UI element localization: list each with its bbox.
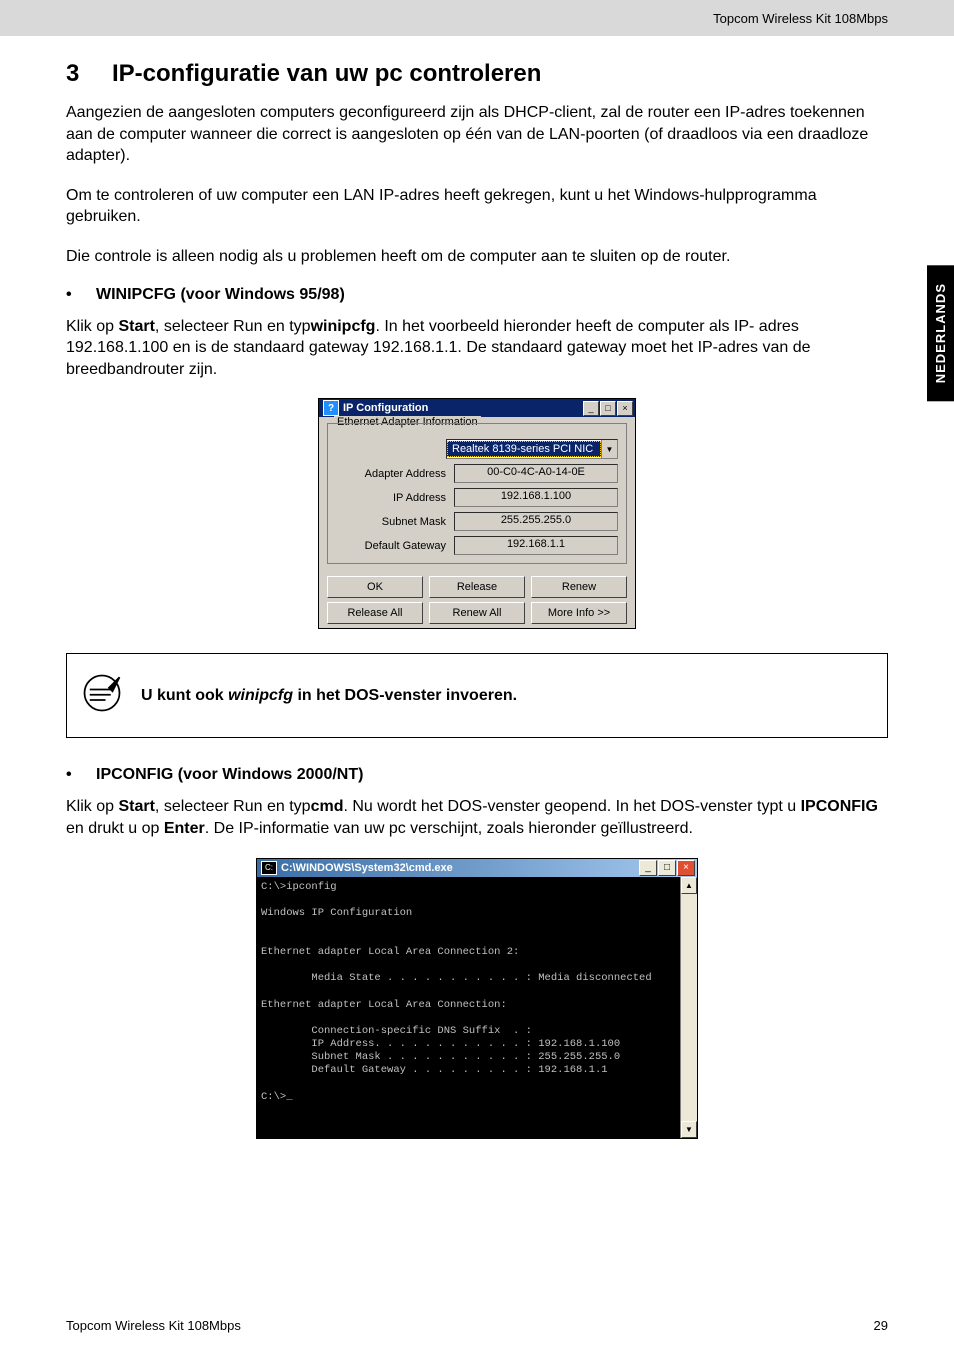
bullet-winipcfg-label: WINIPCFG (voor Windows 95/98) <box>96 286 345 304</box>
release-all-button[interactable]: Release All <box>327 602 423 624</box>
bullet-ipconfig-label: IPCONFIG (voor Windows 2000/NT) <box>96 766 363 784</box>
bullet-dot: • <box>66 286 96 304</box>
bullet-dot: • <box>66 766 96 784</box>
adapter-selected: Realtek 8139-series PCI NIC <box>447 441 601 457</box>
paragraph-2: Om te controleren of uw computer een LAN… <box>66 185 888 228</box>
minimize-icon[interactable]: _ <box>583 401 599 416</box>
renew-button[interactable]: Renew <box>531 576 627 598</box>
footer-page-number: 29 <box>874 1318 888 1333</box>
ok-button[interactable]: OK <box>327 576 423 598</box>
cmd-title-text: C:\WINDOWS\System32\cmd.exe <box>281 862 639 874</box>
header-product: Topcom Wireless Kit 108Mbps <box>713 11 888 26</box>
default-gateway-value: 192.168.1.1 <box>454 536 618 555</box>
renew-all-button[interactable]: Renew All <box>429 602 525 624</box>
section-number: 3 <box>66 60 112 88</box>
winipcfg-intro: Klik op Start, selecteer Run en typwinip… <box>66 316 888 381</box>
ipconfig-titlebar: ? IP Configuration _ □ × <box>319 399 635 417</box>
note-text: U kunt ook winipcfg in het DOS-venster i… <box>141 687 517 705</box>
maximize-icon[interactable]: □ <box>600 401 616 416</box>
ip-address-value: 192.168.1.100 <box>454 488 618 507</box>
cmd-titlebar: C: C:\WINDOWS\System32\cmd.exe _ □ × <box>257 859 697 877</box>
cmd-window: C: C:\WINDOWS\System32\cmd.exe _ □ × C:\… <box>256 858 698 1139</box>
default-gateway-label: Default Gateway <box>336 540 454 552</box>
paragraph-3: Die controle is alleen nodig als u probl… <box>66 246 888 268</box>
section-heading: 3IP-configuratie van uw pc controleren <box>66 60 888 88</box>
maximize-icon[interactable]: □ <box>658 860 676 876</box>
bullet-ipconfig: • IPCONFIG (voor Windows 2000/NT) <box>66 766 888 784</box>
page-footer: Topcom Wireless Kit 108Mbps 29 <box>66 1318 888 1333</box>
ip-address-label: IP Address <box>336 492 454 504</box>
scroll-track[interactable] <box>681 894 697 1121</box>
section-title-text: IP-configuratie van uw pc controleren <box>112 60 541 87</box>
ipconfig-title-text: IP Configuration <box>343 402 583 414</box>
page-header: Topcom Wireless Kit 108Mbps <box>0 0 954 36</box>
more-info-button[interactable]: More Info >> <box>531 602 627 624</box>
scroll-up-icon[interactable]: ▲ <box>681 877 697 894</box>
chevron-down-icon[interactable]: ▼ <box>601 440 617 458</box>
footer-left: Topcom Wireless Kit 108Mbps <box>66 1318 241 1333</box>
adapter-address-label: Adapter Address <box>336 468 454 480</box>
bullet-winipcfg: • WINIPCFG (voor Windows 95/98) <box>66 286 888 304</box>
scroll-down-icon[interactable]: ▼ <box>681 1121 697 1138</box>
minimize-icon[interactable]: _ <box>639 860 657 876</box>
adapter-combobox[interactable]: Realtek 8139-series PCI NIC ▼ <box>446 439 618 459</box>
subnet-mask-value: 255.255.255.0 <box>454 512 618 531</box>
close-icon[interactable]: × <box>617 401 633 416</box>
cmd-title-icon: C: <box>261 861 277 875</box>
ipconfig-intro: Klik op Start, selecteer Run en typcmd. … <box>66 796 888 839</box>
paragraph-1: Aangezien de aangesloten computers gecon… <box>66 102 888 167</box>
cmd-scrollbar[interactable]: ▲ ▼ <box>680 877 697 1138</box>
note-box: U kunt ook winipcfg in het DOS-venster i… <box>66 653 888 738</box>
language-tab: NEDERLANDS <box>927 265 954 401</box>
note-icon <box>81 672 123 719</box>
close-icon[interactable]: × <box>677 860 695 876</box>
ipconfig-title-icon: ? <box>323 400 339 416</box>
adapter-address-value: 00-C0-4C-A0-14-0E <box>454 464 618 483</box>
ethernet-adapter-group: Realtek 8139-series PCI NIC ▼ Adapter Ad… <box>327 423 627 564</box>
release-button[interactable]: Release <box>429 576 525 598</box>
cmd-output: C:\>ipconfig Windows IP Configuration Et… <box>257 877 680 1138</box>
subnet-mask-label: Subnet Mask <box>336 516 454 528</box>
ipconfig-window: ? IP Configuration _ □ × Realtek 8139-se… <box>318 398 636 629</box>
